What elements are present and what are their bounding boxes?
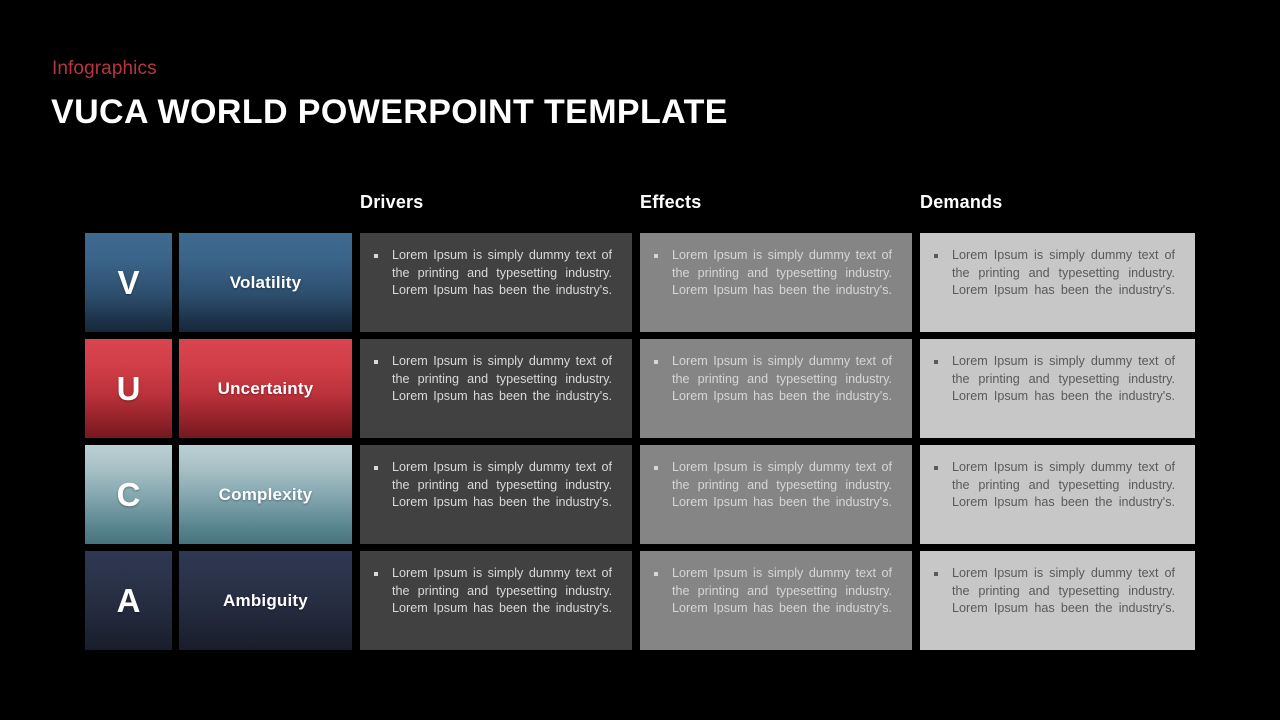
cell-volatility-drivers[interactable]: Lorem Ipsum is simply dummy text of the …: [360, 233, 632, 332]
table-row: A Ambiguity Lorem Ipsum is simply dummy …: [85, 551, 1195, 650]
cell-text: Lorem Ipsum is simply dummy text of the …: [392, 566, 612, 615]
name-tile-complexity[interactable]: Complexity: [179, 445, 352, 544]
square-bullet-icon: [934, 247, 952, 258]
cell-complexity-demands[interactable]: Lorem Ipsum is simply dummy text of the …: [920, 445, 1195, 544]
square-bullet-icon: [654, 459, 672, 470]
letter-glyph: V: [117, 264, 140, 301]
square-bullet-icon: [934, 565, 952, 576]
cell-text: Lorem Ipsum is simply dummy text of the …: [392, 248, 612, 297]
cell-uncertainty-drivers[interactable]: Lorem Ipsum is simply dummy text of the …: [360, 339, 632, 438]
cell-text: Lorem Ipsum is simply dummy text of the …: [672, 566, 892, 615]
cell-volatility-demands[interactable]: Lorem Ipsum is simply dummy text of the …: [920, 233, 1195, 332]
square-bullet-icon: [654, 565, 672, 576]
cell-text: Lorem Ipsum is simply dummy text of the …: [672, 354, 892, 403]
letter-tile-v[interactable]: V: [85, 233, 172, 332]
cell-text: Lorem Ipsum is simply dummy text of the …: [952, 460, 1175, 509]
cell-complexity-effects[interactable]: Lorem Ipsum is simply dummy text of the …: [640, 445, 912, 544]
table-row: U Uncertainty Lorem Ipsum is simply dumm…: [85, 339, 1195, 438]
square-bullet-icon: [374, 353, 392, 364]
cell-text: Lorem Ipsum is simply dummy text of the …: [952, 566, 1175, 615]
cell-text: Lorem Ipsum is simply dummy text of the …: [392, 460, 612, 509]
name-tile-volatility[interactable]: Volatility: [179, 233, 352, 332]
square-bullet-icon: [374, 247, 392, 258]
table-row: C Complexity Lorem Ipsum is simply dummy…: [85, 445, 1195, 544]
row-name-label: Complexity: [218, 484, 313, 504]
cell-complexity-drivers[interactable]: Lorem Ipsum is simply dummy text of the …: [360, 445, 632, 544]
column-header-drivers: Drivers: [360, 192, 424, 212]
letter-glyph: U: [116, 370, 141, 407]
cell-text: Lorem Ipsum is simply dummy text of the …: [952, 248, 1175, 297]
cell-text: Lorem Ipsum is simply dummy text of the …: [672, 248, 892, 297]
cell-volatility-effects[interactable]: Lorem Ipsum is simply dummy text of the …: [640, 233, 912, 332]
row-name-label: Uncertainty: [217, 378, 314, 398]
cell-ambiguity-drivers[interactable]: Lorem Ipsum is simply dummy text of the …: [360, 551, 632, 650]
cell-uncertainty-effects[interactable]: Lorem Ipsum is simply dummy text of the …: [640, 339, 912, 438]
cell-uncertainty-demands[interactable]: Lorem Ipsum is simply dummy text of the …: [920, 339, 1195, 438]
square-bullet-icon: [374, 565, 392, 576]
square-bullet-icon: [654, 353, 672, 364]
letter-glyph: C: [116, 476, 141, 513]
column-header-effects: Effects: [640, 192, 702, 212]
row-name-label: Volatility: [229, 272, 302, 292]
letter-glyph: A: [116, 582, 141, 619]
slide-eyebrow: Infographics: [52, 58, 157, 79]
name-tile-uncertainty[interactable]: Uncertainty: [179, 339, 352, 438]
cell-text: Lorem Ipsum is simply dummy text of the …: [672, 460, 892, 509]
cell-ambiguity-demands[interactable]: Lorem Ipsum is simply dummy text of the …: [920, 551, 1195, 650]
column-header-demands: Demands: [920, 192, 1003, 212]
name-tile-ambiguity[interactable]: Ambiguity: [179, 551, 352, 650]
square-bullet-icon: [654, 247, 672, 258]
page-title: VUCA WORLD POWERPOINT TEMPLATE: [51, 93, 728, 131]
letter-tile-a[interactable]: A: [85, 551, 172, 650]
table-row: V Volatility Lorem Ipsum is simply dummy…: [85, 233, 1195, 332]
row-name-label: Ambiguity: [223, 590, 308, 610]
square-bullet-icon: [374, 459, 392, 470]
letter-tile-u[interactable]: U: [85, 339, 172, 438]
square-bullet-icon: [934, 353, 952, 364]
cell-text: Lorem Ipsum is simply dummy text of the …: [392, 354, 612, 403]
letter-tile-c[interactable]: C: [85, 445, 172, 544]
square-bullet-icon: [934, 459, 952, 470]
cell-text: Lorem Ipsum is simply dummy text of the …: [952, 354, 1175, 403]
cell-ambiguity-effects[interactable]: Lorem Ipsum is simply dummy text of the …: [640, 551, 912, 650]
vuca-matrix: V Volatility Lorem Ipsum is simply dummy…: [85, 233, 1195, 650]
